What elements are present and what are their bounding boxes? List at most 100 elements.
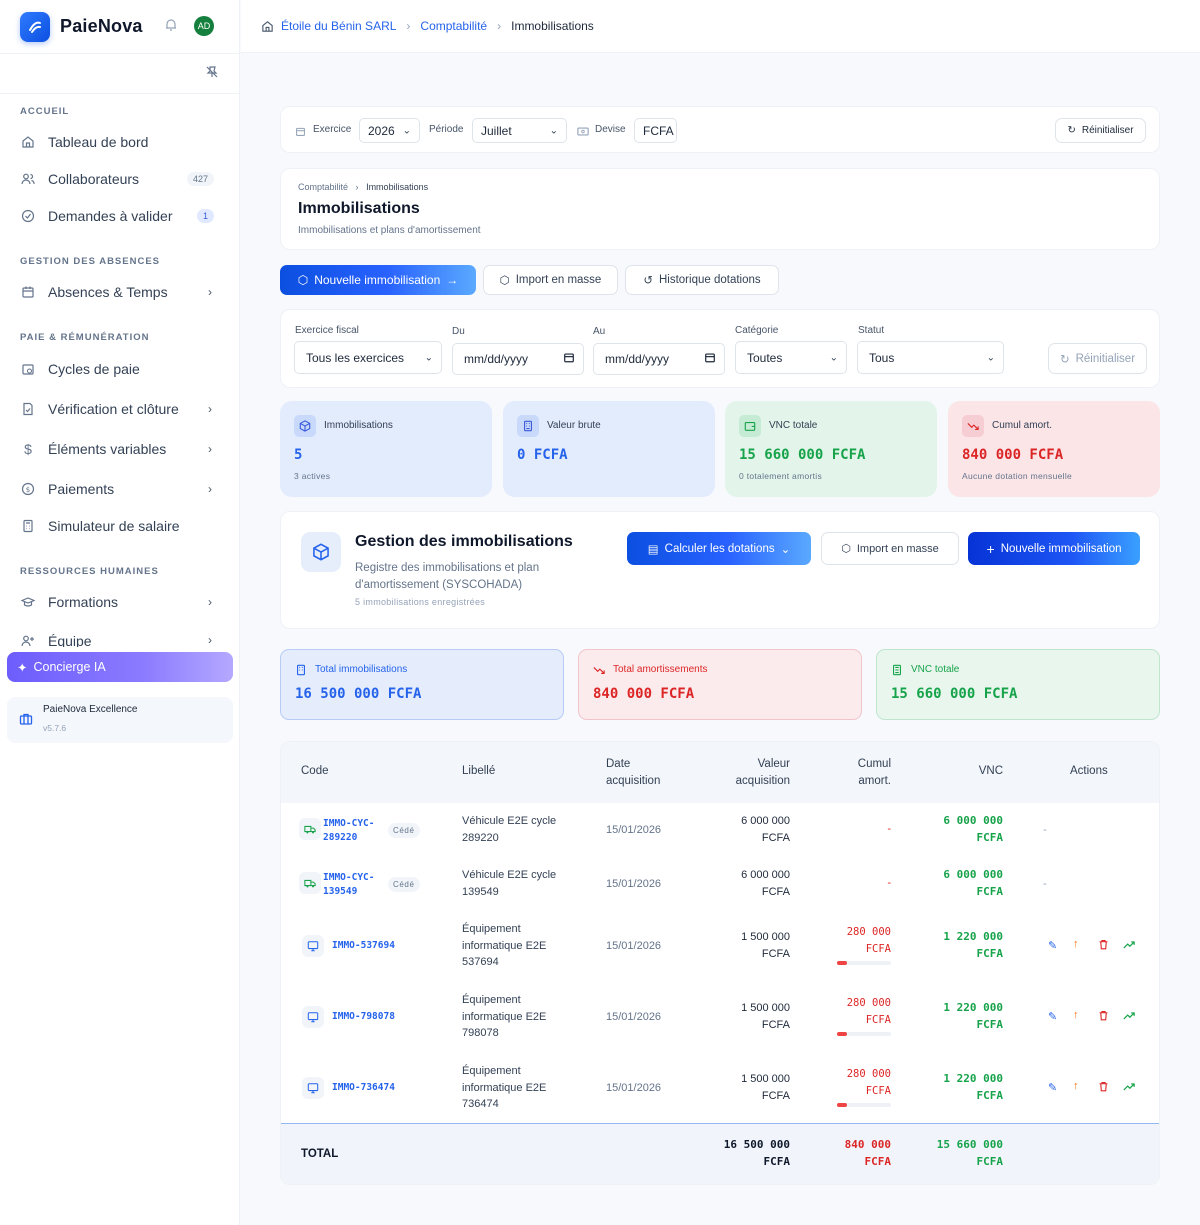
- total-cumul-line2: FCFA: [864, 1154, 892, 1168]
- col-code[interactable]: Code: [301, 765, 329, 777]
- devise-value[interactable]: FCFA: [634, 118, 677, 143]
- edit-icon[interactable]: ✎: [1048, 939, 1057, 952]
- upload-icon[interactable]: ↑: [1073, 1080, 1079, 1092]
- building-icon: [517, 415, 539, 437]
- row-code[interactable]: IMMO-798078: [332, 1010, 395, 1024]
- trash-icon[interactable]: [1098, 1010, 1109, 1024]
- col-cumul[interactable]: Cumul amort.: [841, 756, 891, 790]
- col-date[interactable]: Date acquisition: [606, 756, 660, 790]
- categorie-select[interactable]: Toutes ⌄: [735, 341, 847, 374]
- col-valeur[interactable]: Valeur acquisition: [717, 756, 790, 790]
- total-valeur-line2: FCFA: [763, 1154, 791, 1168]
- row-code[interactable]: IMMO-CYC- 289220: [323, 817, 374, 844]
- du-value: mm/dd/yyyy: [464, 352, 529, 366]
- nouvelle-immobilisation-button[interactable]: + Nouvelle immobilisation: [968, 532, 1140, 565]
- app-logo-icon: [20, 11, 50, 42]
- fiscal-select[interactable]: Tous les exercices ⌄: [294, 341, 442, 374]
- history-button[interactable]: ↺ Historique dotations: [625, 265, 779, 295]
- trending-up-icon[interactable]: [1123, 1010, 1135, 1024]
- total-value: 15 660 000 FCFA: [891, 686, 1018, 702]
- chevron-right-icon: ›: [208, 402, 212, 416]
- col-actions[interactable]: Actions: [1070, 765, 1108, 777]
- du-date-input[interactable]: mm/dd/yyyy: [452, 343, 584, 375]
- row-libelle-line1: Équipement: [462, 994, 521, 1006]
- breadcrumb-comptabilite[interactable]: Comptabilité: [420, 19, 487, 33]
- breadcrumb-parent[interactable]: Comptabilité: [298, 182, 348, 192]
- periode-select[interactable]: Juillet ⌄: [472, 118, 567, 143]
- row-code[interactable]: IMMO-736474: [332, 1081, 395, 1095]
- calendar-icon: [295, 124, 306, 142]
- new-immobilisation-button[interactable]: ⬡ Nouvelle immobilisation →: [280, 265, 476, 295]
- sidebar-item-paiements[interactable]: $ Paiements ›: [20, 474, 220, 504]
- reset-filters-label: Réinitialiser: [1075, 352, 1136, 365]
- upload-icon[interactable]: ↑: [1073, 1009, 1079, 1021]
- count-badge: 427: [186, 172, 214, 186]
- home-icon[interactable]: [261, 20, 274, 33]
- chevron-right-icon: ›: [208, 595, 212, 609]
- calculator-icon: [20, 518, 36, 534]
- reset-period-button[interactable]: ↻ Réinitialiser: [1055, 118, 1146, 143]
- row-code[interactable]: IMMO-CYC- 139549: [323, 871, 374, 898]
- trash-icon[interactable]: [1098, 939, 1109, 953]
- col-vnc[interactable]: VNC: [961, 765, 1003, 777]
- row-valeur: 1 500 000 FCFA: [717, 929, 790, 962]
- building-icon: [295, 663, 307, 681]
- row-valeur-line1: 1 500 000: [741, 931, 790, 943]
- row-valeur-line2: FCFA: [761, 947, 790, 960]
- divider: [0, 93, 240, 94]
- bell-icon[interactable]: [164, 18, 178, 37]
- reset-filters-button[interactable]: ↻ Réinitialiser: [1048, 343, 1147, 374]
- edit-icon[interactable]: ✎: [1048, 1010, 1057, 1023]
- sidebar-item-tableau-de-bord[interactable]: Tableau de bord: [20, 127, 220, 157]
- chevron-down-icon: ⌄: [424, 352, 433, 363]
- sidebar-item-equipe[interactable]: Équipe ›: [20, 627, 220, 647]
- concierge-ia-button[interactable]: ✦ Concierge IA: [7, 652, 233, 682]
- row-libelle: Véhicule E2E cycle 139549: [462, 867, 556, 900]
- col-date-line1: Date: [606, 758, 631, 770]
- row-vnc-line2: FCFA: [976, 830, 1004, 844]
- sidebar-item-simulateur[interactable]: Simulateur de salaire: [20, 511, 220, 541]
- unpin-icon[interactable]: [205, 65, 219, 84]
- trending-up-icon[interactable]: [1123, 1081, 1135, 1095]
- edit-icon[interactable]: ✎: [1048, 1081, 1057, 1094]
- upload-icon[interactable]: ↑: [1073, 938, 1079, 950]
- avatar[interactable]: AD: [194, 16, 214, 36]
- calculer-dotations-button[interactable]: ▤ Calculer les dotations ⌄: [627, 532, 811, 565]
- stat-sub: 0 totalement amortis: [739, 471, 823, 481]
- row-cumul-line2: FCFA: [865, 1084, 891, 1097]
- sidebar-item-cycles[interactable]: Cycles de paie: [20, 354, 220, 384]
- au-label: Au: [593, 326, 606, 337]
- row-valeur-line1: 6 000 000: [741, 815, 790, 827]
- gestion-title: Gestion des immobilisations: [355, 533, 573, 550]
- sidebar-item-formations[interactable]: Formations ›: [20, 587, 220, 617]
- row-vnc-line1: 1 220 000: [943, 930, 1003, 943]
- import-button[interactable]: ⬡ Import en masse: [483, 265, 618, 295]
- sidebar-item-elements-variables[interactable]: $ Éléments variables ›: [20, 434, 220, 464]
- au-date-input[interactable]: mm/dd/yyyy: [593, 343, 725, 375]
- progress-fill: [837, 1032, 848, 1036]
- breadcrumb-small: Comptabilité › Immobilisations: [298, 182, 428, 192]
- total-cumul-line1: 840 000: [844, 1138, 891, 1151]
- stat-label: Cumul amort.: [992, 420, 1053, 431]
- version-label: v5.7.6: [43, 723, 67, 733]
- import-masse-button[interactable]: ⬡ Import en masse: [821, 532, 959, 565]
- page-header-card: Comptabilité › Immobilisations Immobilis…: [280, 168, 1160, 250]
- sidebar-item-demandes[interactable]: Demandes à valider 1: [20, 201, 220, 231]
- row-vnc: 6 000 000 FCFA: [931, 867, 1003, 900]
- sidebar-item-absences[interactable]: Absences & Temps ›: [20, 277, 220, 307]
- row-code[interactable]: IMMO-537694: [332, 939, 395, 953]
- section-title-paie: PAIE & RÉMUNÉRATION: [20, 332, 150, 343]
- sidebar-item-collaborateurs[interactable]: Collaborateurs 427: [20, 164, 220, 194]
- stat-card-valeur-brute: Valeur brute 0 FCFA: [503, 401, 715, 497]
- exercice-select[interactable]: 2026 ⌄: [359, 118, 420, 143]
- amortization-progress: [837, 961, 891, 965]
- section-title-rh: RESSOURCES HUMAINES: [20, 566, 159, 577]
- statut-select[interactable]: Tous ⌄: [857, 341, 1004, 374]
- row-date: 15/01/2026: [606, 878, 662, 890]
- trash-icon[interactable]: [1098, 1081, 1109, 1095]
- filters-card: Exercice fiscal Tous les exercices ⌄ Du …: [280, 309, 1160, 388]
- col-libelle[interactable]: Libellé: [462, 765, 495, 777]
- breadcrumb-company[interactable]: Étoile du Bénin SARL: [281, 19, 396, 33]
- trending-up-icon[interactable]: [1123, 939, 1135, 953]
- sidebar-item-verification[interactable]: Vérification et clôture ›: [20, 394, 220, 424]
